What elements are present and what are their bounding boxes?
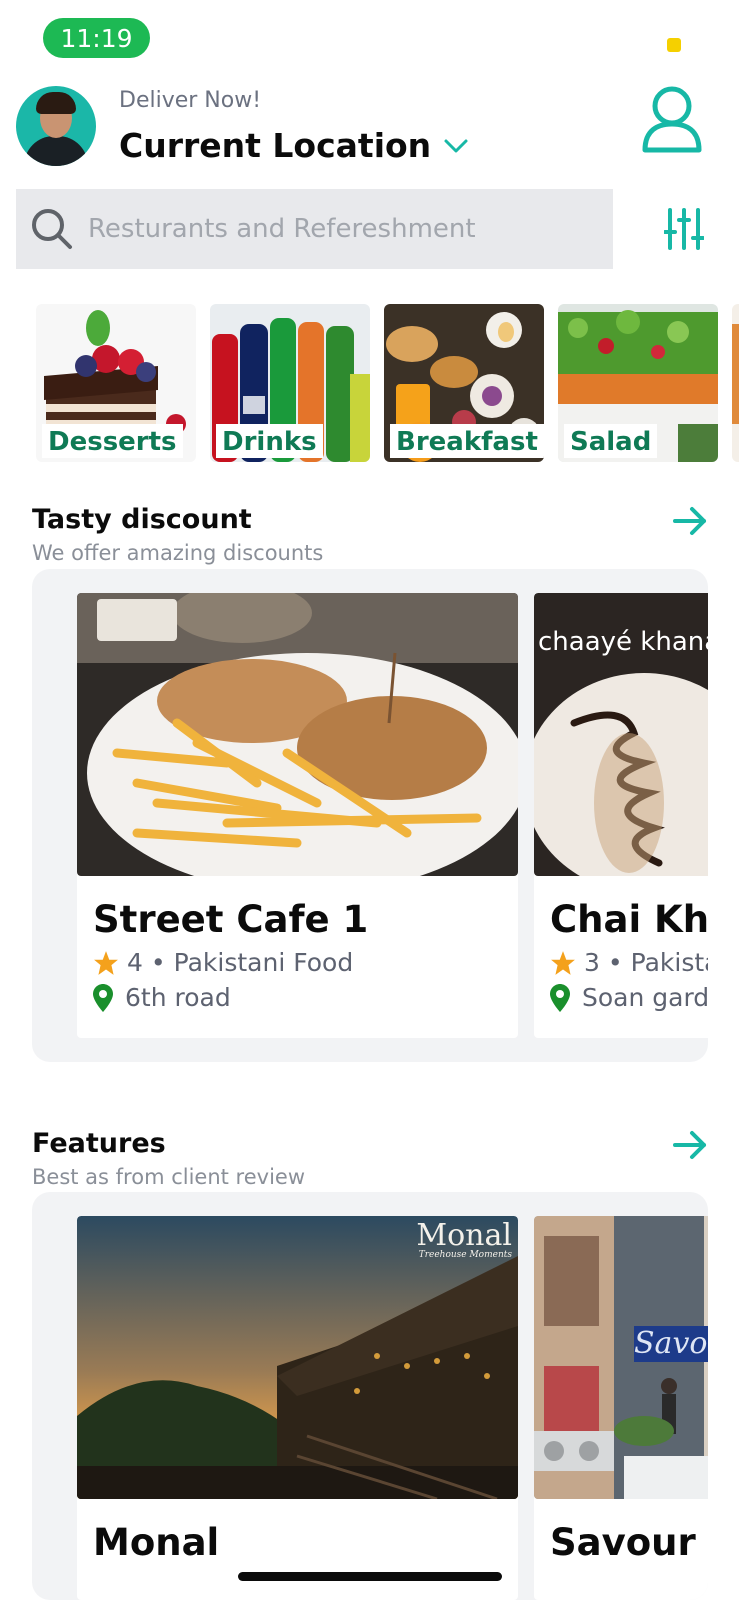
star-icon <box>551 950 575 975</box>
user-icon[interactable] <box>640 84 704 154</box>
restaurant-card[interactable]: chaayé khana Chai Khana 3 • Pakistani Fo… <box>534 593 708 1038</box>
restaurant-image <box>77 593 518 876</box>
category-label: Salad <box>564 424 658 458</box>
restaurant-image: chaayé khana <box>534 593 708 876</box>
category-label: Breakfast <box>390 424 544 458</box>
section-title-features: Features <box>32 1128 166 1159</box>
restaurant-image-text: chaayé khana <box>538 627 708 657</box>
chevron-down-icon <box>444 139 468 152</box>
restaurant-card[interactable]: Street Cafe 1 4 • Pakistani Food 6th roa… <box>77 593 518 1038</box>
location-pin-icon <box>93 983 113 1012</box>
category-row: Desserts Drinks Breakfast Salad <box>36 304 739 464</box>
restaurant-name: Monal <box>93 1521 220 1564</box>
category-desserts[interactable]: Desserts <box>36 304 196 462</box>
recording-indicator <box>667 38 681 52</box>
restaurant-cuisine: Pakistani Food <box>630 948 708 977</box>
search-input[interactable] <box>88 214 608 244</box>
restaurant-location: 6th road <box>93 983 231 1012</box>
restaurant-image-text: Monal <box>416 1218 512 1253</box>
restaurant-image-subtext: Treehouse Moments <box>418 1250 512 1260</box>
restaurant-name: Chai Khana <box>550 898 708 941</box>
category-drinks[interactable]: Drinks <box>210 304 370 462</box>
meta-separator: • <box>150 948 166 977</box>
arrow-right-icon[interactable] <box>672 1127 708 1163</box>
location-selector[interactable]: Current Location <box>119 126 469 165</box>
category-salad[interactable]: Salad <box>558 304 718 462</box>
restaurant-name: Savour foods <box>550 1521 708 1564</box>
location-pin-icon <box>550 983 570 1012</box>
section-subtitle-features: Best as from client review <box>32 1165 306 1189</box>
discount-carousel[interactable]: Street Cafe 1 4 • Pakistani Food 6th roa… <box>32 569 708 1062</box>
restaurant-cuisine: Pakistani Food <box>173 948 354 977</box>
restaurant-image: Savour <box>534 1216 708 1499</box>
features-carousel[interactable]: Monal Treehouse Moments Monal Savour <box>32 1192 708 1600</box>
filter-icon[interactable] <box>664 208 704 250</box>
restaurant-name: Street Cafe 1 <box>93 898 369 941</box>
deliver-label: Deliver Now! <box>119 88 262 113</box>
category-next-partial[interactable] <box>732 304 739 462</box>
category-label: Desserts <box>42 424 183 458</box>
restaurant-address: 6th road <box>125 983 231 1012</box>
restaurant-meta: 4 • Pakistani Food <box>93 948 353 977</box>
avatar[interactable] <box>16 86 96 166</box>
meta-separator: • <box>607 948 623 977</box>
home-indicator[interactable] <box>238 1572 502 1581</box>
search-icon <box>32 209 72 249</box>
search-bar[interactable] <box>16 189 613 269</box>
section-subtitle-discount: We offer amazing discounts <box>32 541 324 565</box>
status-time: 11:19 <box>43 18 150 58</box>
restaurant-card[interactable]: Monal Treehouse Moments Monal <box>77 1216 518 1600</box>
restaurant-rating: 4 <box>127 948 143 977</box>
restaurant-image: Monal Treehouse Moments <box>77 1216 518 1499</box>
restaurant-address: Soan garden <box>582 983 708 1012</box>
location-title: Current Location <box>119 126 432 165</box>
restaurant-card[interactable]: Savour Savour foods <box>534 1216 708 1600</box>
restaurant-meta: 3 • Pakistani Food <box>550 948 708 977</box>
restaurant-location: Soan garden <box>550 983 708 1012</box>
arrow-right-icon[interactable] <box>672 503 708 539</box>
star-icon <box>94 950 118 975</box>
restaurant-rating: 3 <box>584 948 600 977</box>
category-label: Drinks <box>216 424 323 458</box>
restaurant-image-text: Savour <box>634 1326 708 1361</box>
section-title-discount: Tasty discount <box>32 504 252 535</box>
category-breakfast[interactable]: Breakfast <box>384 304 544 462</box>
